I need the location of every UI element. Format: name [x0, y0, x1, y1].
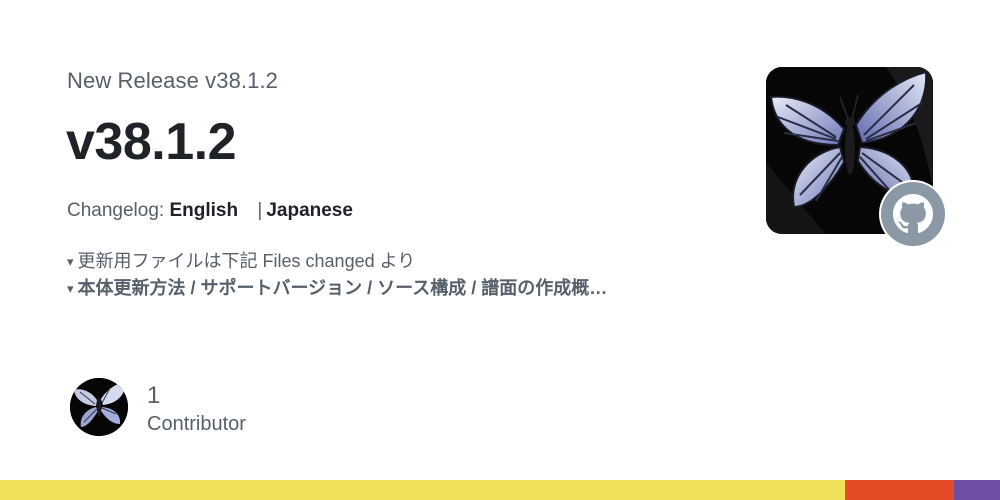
changelog-link-japanese[interactable]: Japanese	[266, 200, 353, 221]
description-text-2: 本体更新方法 / サポートバージョン / ソース構成 / 譜面の作成概…	[77, 278, 608, 298]
release-eyebrow: New Release v38.1.2	[67, 68, 279, 93]
description-line-1: ▾ 更新用ファイルは下記 Files changed より	[67, 247, 415, 273]
description-text-1: 更新用ファイルは下記 Files changed より	[77, 251, 416, 271]
github-badge	[879, 180, 947, 248]
contributor-label: Contributor	[147, 413, 246, 435]
changelog-link-english[interactable]: English	[169, 200, 238, 221]
release-card: New Release v38.1.2 v38.1.2 Changelog: E…	[0, 0, 1000, 500]
changelog-row: Changelog: English | Japanese	[67, 200, 353, 222]
disclosure-triangle-icon: ▾	[67, 254, 74, 269]
disclosure-triangle-icon: ▾	[67, 281, 74, 296]
changelog-separator: |	[257, 200, 263, 221]
release-title[interactable]: v38.1.2	[66, 112, 237, 172]
language-bar	[0, 480, 1000, 500]
description-line-2: ▾ 本体更新方法 / サポートバージョン / ソース構成 / 譜面の作成概…	[67, 274, 607, 300]
changelog-label: Changelog:	[67, 200, 165, 221]
language-bar-segment	[954, 480, 1000, 500]
contributor-count: 1	[147, 382, 161, 409]
butterfly-avatar[interactable]	[70, 378, 128, 436]
language-bar-segment	[0, 480, 845, 500]
language-bar-segment	[845, 480, 954, 500]
github-icon	[881, 182, 945, 246]
